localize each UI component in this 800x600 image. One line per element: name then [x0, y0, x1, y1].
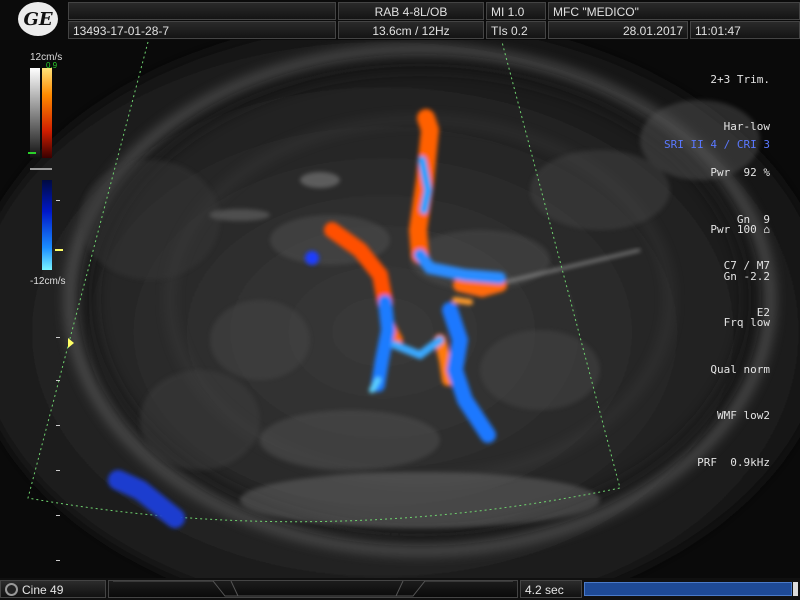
scale-tag: 0.9 — [46, 61, 58, 70]
header-blank — [68, 2, 336, 20]
wall-filter-label: WMF low2 — [717, 409, 770, 422]
mi-label: MI 1.0 — [486, 2, 546, 20]
exam-time: 11:01:47 — [690, 21, 800, 39]
ultrasound-image-area[interactable]: 12cm/s 0.9 -12cm/s 2+3 Trim. Har-low Pwr… — [0, 40, 800, 578]
cine-duration: 4.2 sec — [520, 580, 582, 598]
velocity-min-label: -12cm/s — [30, 276, 66, 287]
harmonic-label: Har-low — [723, 119, 770, 133]
prf-label: PRF 0.9kHz — [697, 455, 770, 469]
frequency-label: Frq low — [723, 316, 770, 329]
institution-label: MFC "MEDICO" — [548, 2, 800, 20]
cine-progress-bar[interactable] — [584, 582, 792, 596]
color-params: Pwr 100 ⌂ Gn -2.2 Frq low Qual norm WMF … — [697, 191, 770, 501]
cine-scrollbar[interactable] — [108, 580, 518, 598]
color-power-label: Pwr 100 ⌂ — [710, 223, 770, 236]
probe-label: RAB 4-8L/OB — [338, 2, 484, 20]
patient-id: 13493-17-01-28-7 — [68, 21, 336, 39]
cine-indicator[interactable]: Cine 49 — [0, 580, 106, 598]
depth-frequency: 13.6cm / 12Hz — [338, 21, 484, 39]
cine-progress-end — [793, 582, 798, 596]
sri-cri-label: SRI II 4 / CRI 3 — [664, 138, 770, 151]
cine-record-icon — [5, 583, 18, 596]
cine-tabs — [113, 581, 513, 597]
preset-label: 2+3 Trim. — [710, 73, 770, 86]
ultrasound-scan — [0, 40, 800, 578]
tis-label: TIs 0.2 — [486, 21, 546, 39]
cine-label: Cine 49 — [22, 583, 64, 597]
power-label: Pwr 92 % — [710, 166, 770, 179]
exam-date: 28.01.2017 — [548, 21, 688, 39]
quality-label: Qual norm — [710, 362, 770, 376]
cine-bar: Cine 49 4.2 sec — [0, 578, 800, 600]
color-gain-label: Gn -2.2 — [723, 269, 770, 283]
ge-logo: GE — [18, 2, 58, 36]
top-info-bar: GE RAB 4-8L/OB MI 1.0 MFC "MEDICO" 13493… — [0, 0, 800, 40]
